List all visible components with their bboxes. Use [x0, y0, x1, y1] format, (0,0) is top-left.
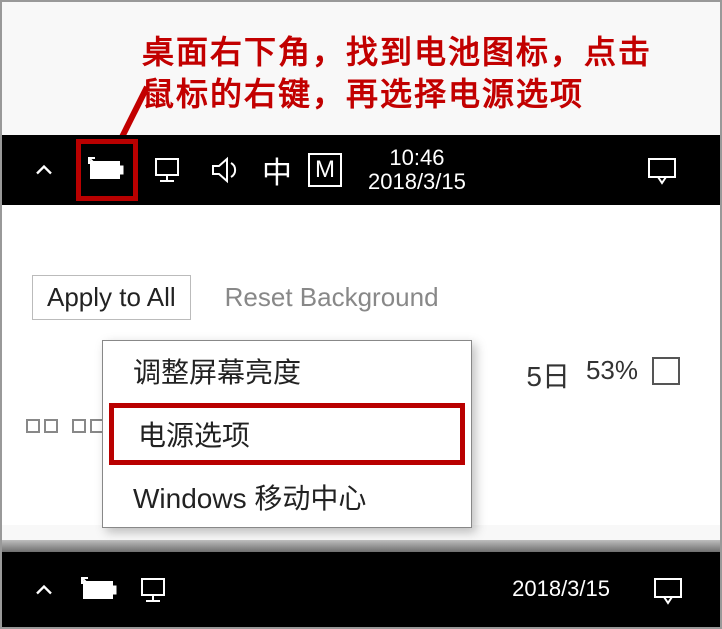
action-center-icon[interactable]	[646, 568, 690, 612]
reset-background-button[interactable]: Reset Background	[211, 275, 453, 320]
battery-context-menu: 调整屏幕亮度 电源选项 Windows 移动中心	[102, 340, 472, 528]
battery-icon[interactable]	[78, 568, 122, 612]
menu-item-mobility-center[interactable]: Windows 移动中心	[103, 467, 471, 527]
mid-panel: Apply to All Reset Background 5日 53% 调整屏…	[2, 205, 720, 525]
menu-item-brightness[interactable]: 调整屏幕亮度	[103, 341, 471, 401]
ime-language-indicator[interactable]: 中	[262, 148, 292, 192]
clock-date: 2018/3/15	[368, 170, 466, 194]
network-icon[interactable]	[148, 148, 192, 192]
battery-highlight-box	[76, 139, 138, 201]
menu-item-power-options[interactable]: 电源选项	[109, 403, 465, 465]
background-date-fragment: 5日	[526, 355, 570, 395]
background-percent: 53%	[586, 355, 638, 386]
overflow-icon[interactable]	[22, 568, 66, 612]
action-center-icon[interactable]	[640, 148, 684, 192]
divider	[2, 540, 720, 552]
volume-icon[interactable]	[204, 148, 248, 192]
task-view-icon[interactable]	[22, 415, 108, 437]
clock-date: 2018/3/15	[512, 577, 610, 601]
instruction-text: 桌面右下角，找到电池图标，点击鼠标的右键，再选择电源选项	[2, 2, 720, 135]
fullscreen-icon[interactable]	[652, 357, 680, 385]
overflow-icon[interactable]	[22, 148, 66, 192]
apply-to-all-button[interactable]: Apply to All	[32, 275, 191, 320]
taskbar-bottom: 2018/3/15	[2, 552, 720, 627]
clock[interactable]: 10:46 2018/3/15	[368, 146, 466, 194]
network-icon[interactable]	[134, 568, 178, 612]
taskbar-top: 中 M 10:46 2018/3/15	[2, 135, 720, 205]
clock-time: 10:46	[368, 146, 466, 170]
clock[interactable]: 2018/3/15	[512, 577, 610, 601]
battery-icon[interactable]	[85, 148, 129, 192]
ime-mode-indicator[interactable]: M	[308, 153, 342, 187]
